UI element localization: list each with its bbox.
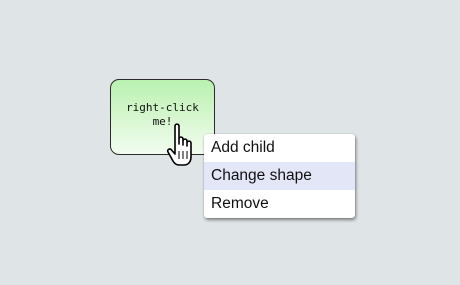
menu-item-change-shape[interactable]: Change shape <box>204 162 355 190</box>
context-menu: Add child Change shape Remove <box>204 134 355 218</box>
diagram-node[interactable]: right-click me! <box>110 79 215 155</box>
menu-item-add-child[interactable]: Add child <box>204 134 355 162</box>
menu-item-remove[interactable]: Remove <box>204 190 355 218</box>
node-label: right-click me! <box>126 101 199 128</box>
